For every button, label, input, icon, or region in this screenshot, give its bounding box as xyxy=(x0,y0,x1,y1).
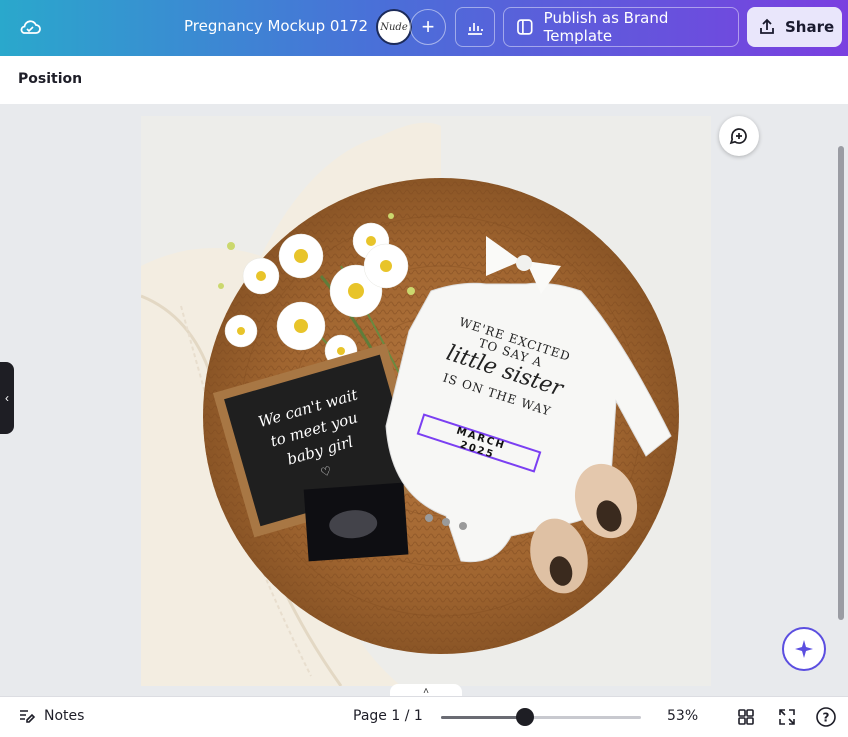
insights-button[interactable] xyxy=(455,7,495,47)
notes-button[interactable]: Notes xyxy=(18,707,84,725)
chevron-left-icon: ‹ xyxy=(5,391,9,405)
zoom-slider[interactable] xyxy=(441,708,641,726)
fullscreen-button[interactable] xyxy=(775,705,799,729)
magic-sparkle-icon xyxy=(795,640,813,658)
share-label: Share xyxy=(785,18,835,36)
fullscreen-icon xyxy=(779,709,795,725)
insights-icon xyxy=(468,23,483,35)
magic-assistant-button[interactable] xyxy=(782,627,826,671)
page-indicator[interactable]: Page 1 / 1 xyxy=(353,708,423,724)
add-comment-button[interactable] xyxy=(719,116,759,156)
top-bar: Pregnancy Mockup 0172 Nude + Publish as … xyxy=(0,0,848,56)
zoom-level[interactable]: 53% xyxy=(667,708,698,724)
publish-label: Publish as Brand Template xyxy=(543,9,669,45)
document-title[interactable]: Pregnancy Mockup 0172 xyxy=(184,17,368,35)
help-button[interactable]: ? xyxy=(814,705,838,729)
publish-brand-template-button[interactable]: Publish as Brand Template xyxy=(503,7,739,47)
help-icon: ? xyxy=(816,707,836,727)
design-page[interactable]: We can't wait to meet you baby girl ♡ WE… xyxy=(141,116,711,686)
comment-add-icon xyxy=(729,128,747,145)
grid-view-icon xyxy=(738,709,754,725)
bottom-bar: Notes Page 1 / 1 53% ? xyxy=(0,696,848,737)
position-button[interactable]: Position xyxy=(18,71,82,87)
chevron-up-icon: ˄ xyxy=(423,685,429,697)
vertical-scrollbar[interactable] xyxy=(838,146,844,620)
grid-view-button[interactable] xyxy=(734,705,758,729)
design-artwork xyxy=(141,116,711,686)
share-button[interactable]: Share xyxy=(747,7,842,47)
zoom-slider-thumb[interactable] xyxy=(516,708,534,726)
collapse-panel-handle[interactable]: ‹ xyxy=(0,362,14,434)
context-toolbar: Position xyxy=(0,56,848,105)
notes-label: Notes xyxy=(44,708,85,724)
avatar[interactable]: Nude xyxy=(376,9,412,45)
cloud-sync-icon[interactable] xyxy=(16,14,44,42)
publish-template-icon xyxy=(517,19,533,35)
notes-icon xyxy=(20,710,36,723)
svg-text:?: ? xyxy=(823,711,830,725)
zoom-slider-fill xyxy=(441,716,525,719)
add-collaborator-button[interactable]: + xyxy=(410,9,446,45)
share-upload-icon xyxy=(760,18,774,34)
